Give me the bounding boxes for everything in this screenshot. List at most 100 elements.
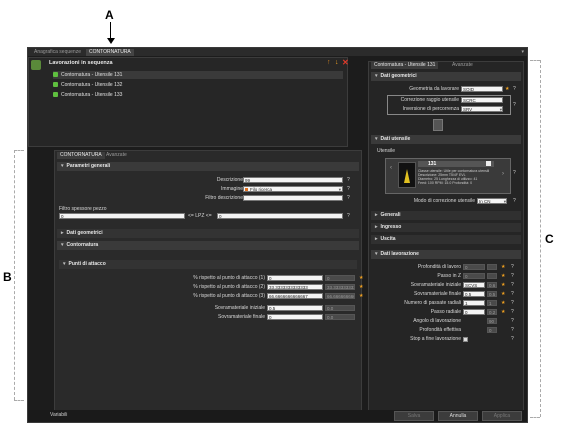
passorad-field[interactable]: 0 — [463, 309, 485, 315]
help-icon[interactable]: ? — [513, 86, 516, 92]
tool-image — [398, 162, 416, 188]
modo-label: Modo di correzione utensile — [413, 198, 475, 204]
inv-field[interactable]: SRV ▾ — [461, 106, 503, 112]
chevron-left-icon: ‹ — [390, 165, 392, 171]
list-item[interactable]: Contornatura - Utensile 132 — [53, 81, 122, 89]
left-tab-contornatura[interactable]: CONTORNATURA — [57, 152, 105, 159]
help-icon[interactable]: ? — [347, 195, 350, 201]
help-icon[interactable]: ? — [511, 282, 514, 288]
section-generali[interactable]: ▸ Generali — [371, 211, 521, 220]
move-down-icon[interactable]: ↓ — [335, 59, 339, 66]
sovr-fin-display: 0.0 — [325, 314, 355, 320]
lock-icon[interactable] — [433, 119, 443, 131]
p3-field[interactable]: 66.6666666666667 — [267, 293, 323, 299]
help-icon[interactable]: ? — [511, 291, 514, 297]
section-parametri-generali[interactable]: ▾ Parametri generali — [57, 162, 359, 171]
help-icon[interactable]: ? — [513, 170, 516, 176]
passoz-label: Passo in Z — [437, 273, 461, 279]
prof-field: 0 — [463, 264, 485, 270]
spessore-max-field[interactable]: 0 — [217, 213, 343, 219]
corr-label: Correzione raggio utensile — [400, 97, 459, 103]
p3-label: % rispetto al punto di attacco (3) — [193, 293, 265, 299]
sovr-fin-right-field[interactable]: 0.5 — [463, 291, 485, 297]
sovr-iniz-right-display: 0.6 — [487, 282, 497, 288]
passoz-display — [487, 273, 497, 279]
tab-anagrafica[interactable]: Anagrafica sequenze — [31, 49, 84, 56]
section-punti-attacco[interactable]: ▾ Punti di attacco — [59, 260, 357, 269]
variabili-link[interactable]: Variabili — [50, 412, 67, 418]
stop-checkbox[interactable] — [463, 337, 468, 342]
star-icon[interactable]: ★ — [501, 309, 505, 315]
help-icon[interactable]: ? — [511, 273, 514, 279]
minimize-icon[interactable]: ▾ — [521, 49, 524, 55]
sovr-fin-label: Sovramateriale finale — [218, 314, 265, 320]
help-icon[interactable]: ? — [511, 300, 514, 306]
utensile-label: Utensile — [377, 148, 396, 154]
left-tab-avanzate[interactable]: Avanzate — [103, 152, 130, 159]
section-dati-geometrici-right[interactable]: ▾ Dati geometrici — [371, 72, 521, 81]
help-icon[interactable]: ? — [511, 327, 514, 333]
geom-field[interactable]: SOID — [461, 86, 503, 92]
move-up-icon[interactable]: ↑ — [327, 59, 331, 66]
list-item[interactable]: Contornatura - Utensile 131 — [53, 71, 343, 79]
star-icon[interactable]: ★ — [501, 300, 505, 306]
document-icon[interactable] — [486, 161, 491, 166]
stop-label: Stop a fine lavorazione — [410, 336, 461, 342]
npass-field[interactable]: 1 — [463, 300, 485, 306]
section-ingresso[interactable]: ▸ Ingresso — [371, 223, 521, 232]
list-item[interactable]: Contornatura - Utensile 133 — [53, 91, 122, 99]
chevron-down-icon: ▾ — [503, 199, 506, 204]
apply-button[interactable]: Applica — [482, 411, 522, 421]
section-contornatura[interactable]: ▾ Contornatura — [57, 241, 359, 250]
right-tab-utensile[interactable]: Contornatura - Utensile 131 — [371, 62, 439, 69]
help-icon[interactable]: ? — [513, 102, 516, 108]
help-icon[interactable]: ? — [511, 336, 514, 342]
sovr-iniz-field[interactable]: 0.5 — [267, 305, 323, 311]
star-icon[interactable]: ★ — [501, 282, 505, 288]
star-icon[interactable]: ★ — [505, 86, 509, 92]
immagine-select[interactable]: Filo ricerca ▾ — [243, 186, 343, 192]
section-uscita[interactable]: ▸ Uscita — [371, 235, 521, 244]
star-icon[interactable]: ★ — [359, 284, 363, 290]
help-icon[interactable]: ? — [513, 198, 516, 204]
star-icon[interactable]: ★ — [501, 264, 505, 270]
p1-field[interactable]: 0 — [267, 275, 323, 281]
inv-label: Inversione di percorrenza — [402, 106, 459, 112]
star-icon[interactable]: ★ — [359, 275, 363, 281]
modo-select[interactable]: In CN ▾ — [477, 198, 507, 204]
sovr-iniz-right-field[interactable]: SCVS — [463, 282, 485, 288]
sovr-fin-field[interactable]: 0 — [267, 314, 323, 320]
prof-label: Profondità di lavoro — [417, 264, 461, 270]
tab-contornatura[interactable]: CONTORNATURA — [86, 49, 134, 56]
section-dati-lavorazione[interactable]: ▾ Dati lavorazione — [371, 250, 521, 259]
prof-display — [487, 264, 497, 270]
help-icon[interactable]: ? — [347, 213, 350, 219]
section-dati-utensile[interactable]: ▾ Dati utensile — [371, 135, 521, 144]
help-icon[interactable]: ? — [511, 318, 514, 324]
help-icon[interactable]: ? — [511, 264, 514, 270]
chevron-down-icon: ▾ — [499, 107, 502, 112]
delete-icon[interactable]: ✕ — [342, 58, 349, 67]
help-icon[interactable]: ? — [511, 309, 514, 315]
lpz-label: <= LPZ <= — [188, 213, 212, 219]
sequence-panel: Lavorazioni in sequenza ↑ ↓ ✕ Contornatu… — [28, 57, 349, 147]
chevron-down-icon: ▾ — [338, 187, 341, 192]
filtro-field[interactable] — [243, 195, 343, 201]
right-tab-avanzate[interactable]: Avanzate — [449, 62, 476, 69]
star-icon[interactable]: ★ — [359, 293, 363, 299]
callout-c: C — [545, 232, 554, 246]
help-icon[interactable]: ? — [347, 186, 350, 192]
corr-field[interactable]: SCRC — [461, 97, 503, 103]
section-dati-geometrici[interactable]: ▸ Dati geometrici — [57, 229, 359, 238]
p2-field[interactable]: 33.3333333333333 — [267, 284, 323, 290]
star-icon[interactable]: ★ — [501, 273, 505, 279]
angolo-display: 90 — [487, 318, 497, 324]
star-icon[interactable]: ★ — [501, 291, 505, 297]
help-icon[interactable]: ? — [347, 177, 350, 183]
cancel-button[interactable]: Annulla — [438, 411, 478, 421]
tool-info-4: Feed: 100 RPM: 15.0 Profondità: 0 — [418, 181, 473, 185]
tool-card[interactable]: ‹ 131 Classe utensile: Utile per contorn… — [385, 158, 511, 194]
descrizione-field[interactable]: 99 — [243, 177, 343, 183]
save-button[interactable]: Salva — [394, 411, 434, 421]
spessore-min-field[interactable]: 0 — [59, 213, 185, 219]
